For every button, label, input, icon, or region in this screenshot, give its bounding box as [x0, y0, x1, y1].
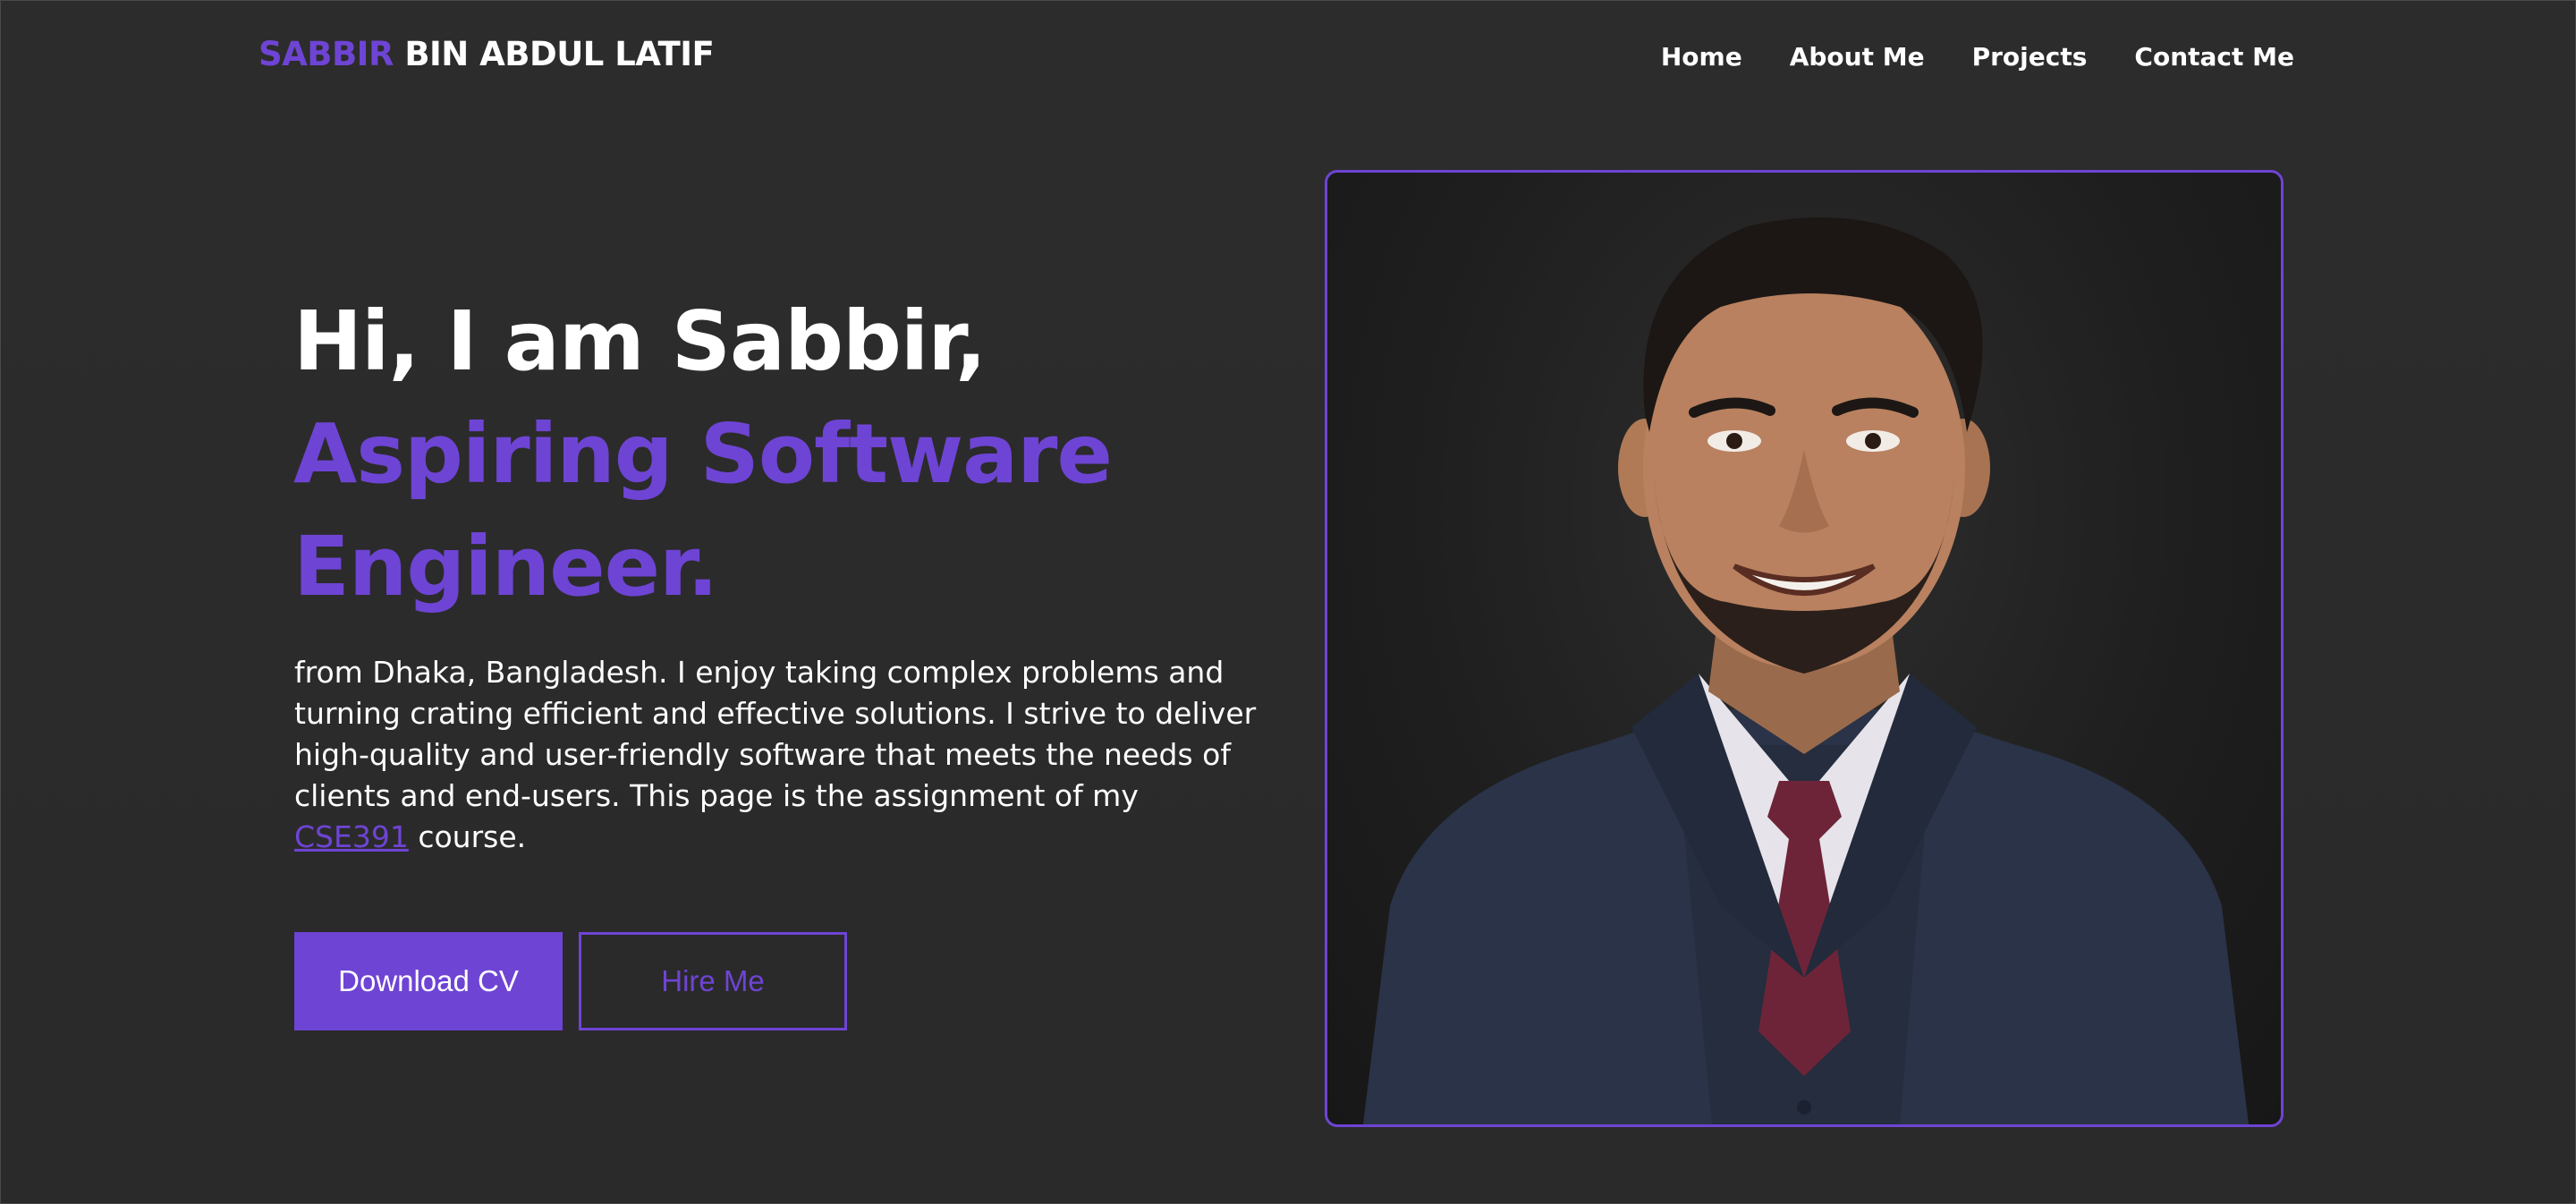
logo-first-name: SABBIR	[258, 35, 394, 73]
browser-viewport: SABBIR BIN ABDUL LATIF Home About Me Pro…	[0, 0, 2576, 1204]
intro-text-end: course.	[408, 819, 527, 854]
download-cv-button[interactable]: Download CV	[294, 932, 563, 1030]
nav-about-me[interactable]: About Me	[1790, 42, 1925, 72]
nav-projects[interactable]: Projects	[1972, 42, 2088, 72]
hero-role-line-2: Engineer.	[293, 519, 718, 615]
hero-heading: Hi, I am Sabbir, Aspiring Software Engin…	[293, 285, 1113, 623]
hero-greeting: Hi, I am Sabbir,	[293, 293, 987, 389]
vest-button	[1797, 1100, 1811, 1115]
site-logo[interactable]: SABBIR BIN ABDUL LATIF	[258, 35, 715, 73]
hero-intro-text: from Dhaka, Bangladesh. I enjoy taking c…	[294, 652, 1260, 858]
nav-home[interactable]: Home	[1661, 42, 1742, 72]
nav-contact-me[interactable]: Contact Me	[2134, 42, 2294, 72]
hero-role-line-1: Aspiring Software	[293, 406, 1113, 502]
profile-photo	[1325, 170, 2284, 1127]
intro-text-start: from Dhaka, Bangladesh. I enjoy taking c…	[294, 655, 1257, 813]
course-link[interactable]: CSE391	[294, 819, 409, 854]
logo-rest-name: BIN ABDUL LATIF	[393, 35, 715, 73]
hire-me-button[interactable]: Hire Me	[579, 932, 847, 1030]
portrait-illustration	[1363, 217, 2249, 1124]
main-nav: Home About Me Projects Contact Me	[1661, 42, 2294, 72]
